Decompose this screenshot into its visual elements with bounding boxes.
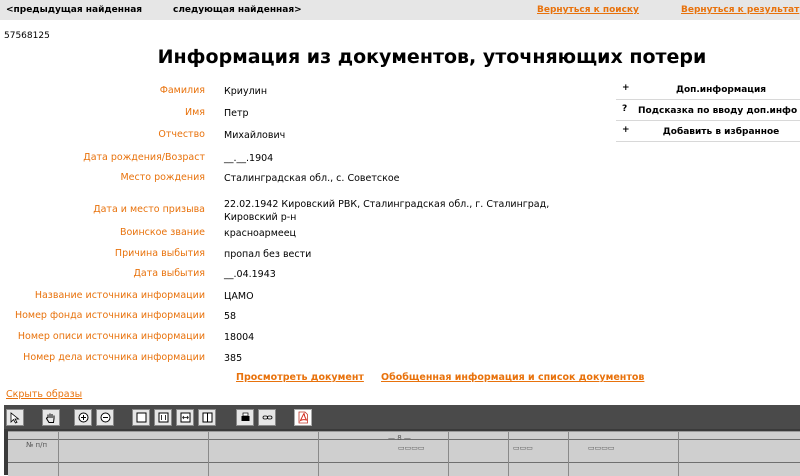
- side-item-add-favorites[interactable]: + Добавить в избранное: [616, 122, 800, 142]
- field-value: __.__.1904: [224, 153, 274, 164]
- field-value: 22.02.1942 Кировский РВК, Сталинградская…: [224, 199, 550, 223]
- plus-icon: +: [622, 125, 630, 135]
- field-label: Отчество: [158, 129, 205, 140]
- viewer-toolbar: [4, 405, 800, 429]
- plus-icon: +: [622, 83, 630, 93]
- field-value: Михайлович: [224, 130, 286, 141]
- hand-icon[interactable]: [42, 409, 60, 426]
- field-label: Дата рождения/Возраст: [83, 152, 205, 163]
- page-title: Информация из документов, уточняющих пот…: [157, 46, 707, 68]
- side-item-label: Подсказка по вводу доп.инфо: [638, 106, 798, 116]
- field-label: Название источника информации: [34, 290, 205, 301]
- side-item-input-hint[interactable]: ? Подсказка по вводу доп.инфо: [616, 101, 800, 121]
- back-to-results-link[interactable]: Вернуться к результат: [681, 5, 799, 15]
- field-label: Номер описи источника информации: [17, 331, 205, 342]
- field-label: Номер фонда источника информации: [14, 310, 205, 321]
- prev-found-link[interactable]: <предыдущая найденная: [6, 5, 142, 15]
- field-value: 385: [224, 353, 243, 364]
- document-viewer: № п/п — 8 — ▭▭▭▭ ▭▭▭ ▭▭▭▭: [4, 405, 800, 476]
- pointer-icon[interactable]: [6, 409, 24, 426]
- zoom-out-icon[interactable]: [96, 409, 114, 426]
- fit-page-icon[interactable]: [132, 409, 150, 426]
- hide-images-link[interactable]: Скрыть образы: [6, 389, 82, 400]
- field-value: Сталинградская обл., с. Советское: [224, 173, 400, 184]
- back-to-search-link[interactable]: Вернуться к поиску: [537, 5, 639, 15]
- link-icon[interactable]: [258, 409, 276, 426]
- actual-size-icon[interactable]: [154, 409, 172, 426]
- field-value: Криулин: [224, 86, 268, 97]
- side-item-label: Добавить в избранное: [662, 127, 780, 137]
- summary-documents-link[interactable]: Обобщенная информация и список документо…: [381, 372, 644, 383]
- field-label: Место рождения: [120, 172, 205, 183]
- view-document-link[interactable]: Просмотреть документ: [236, 372, 364, 383]
- field-label: Дата и место призыва: [93, 204, 205, 215]
- record-id: 57568125: [4, 31, 50, 41]
- field-value: ЦАМО: [224, 291, 254, 302]
- print-icon[interactable]: [236, 409, 254, 426]
- pdf-icon[interactable]: [294, 409, 312, 426]
- field-label: Номер дела источника информации: [23, 352, 205, 363]
- field-value: красноармеец: [224, 228, 297, 239]
- field-label: Воинское звание: [119, 227, 205, 238]
- field-label: Фамилия: [159, 85, 205, 96]
- field-label: Имя: [185, 107, 205, 118]
- field-label: Причина выбытия: [114, 248, 205, 259]
- next-found-link[interactable]: следующая найденная>: [173, 5, 302, 15]
- field-value: пропал без вести: [224, 249, 312, 260]
- document-scan-image[interactable]: № п/п — 8 — ▭▭▭▭ ▭▭▭ ▭▭▭▭: [8, 431, 800, 476]
- zoom-in-icon[interactable]: [74, 409, 92, 426]
- field-value: Петр: [224, 108, 249, 119]
- field-value: 58: [224, 311, 237, 322]
- question-icon: ?: [622, 104, 628, 114]
- field-value: __.04.1943: [224, 269, 276, 280]
- side-item-label: Доп.информация: [675, 85, 767, 95]
- top-navigation-bar: <предыдущая найденная следующая найденна…: [0, 0, 800, 20]
- field-value: 18004: [224, 332, 255, 343]
- field-label: Дата выбытия: [133, 268, 205, 279]
- side-item-extra-info[interactable]: + Доп.информация: [616, 80, 800, 100]
- fit-width-icon[interactable]: [176, 409, 194, 426]
- two-page-icon[interactable]: [198, 409, 216, 426]
